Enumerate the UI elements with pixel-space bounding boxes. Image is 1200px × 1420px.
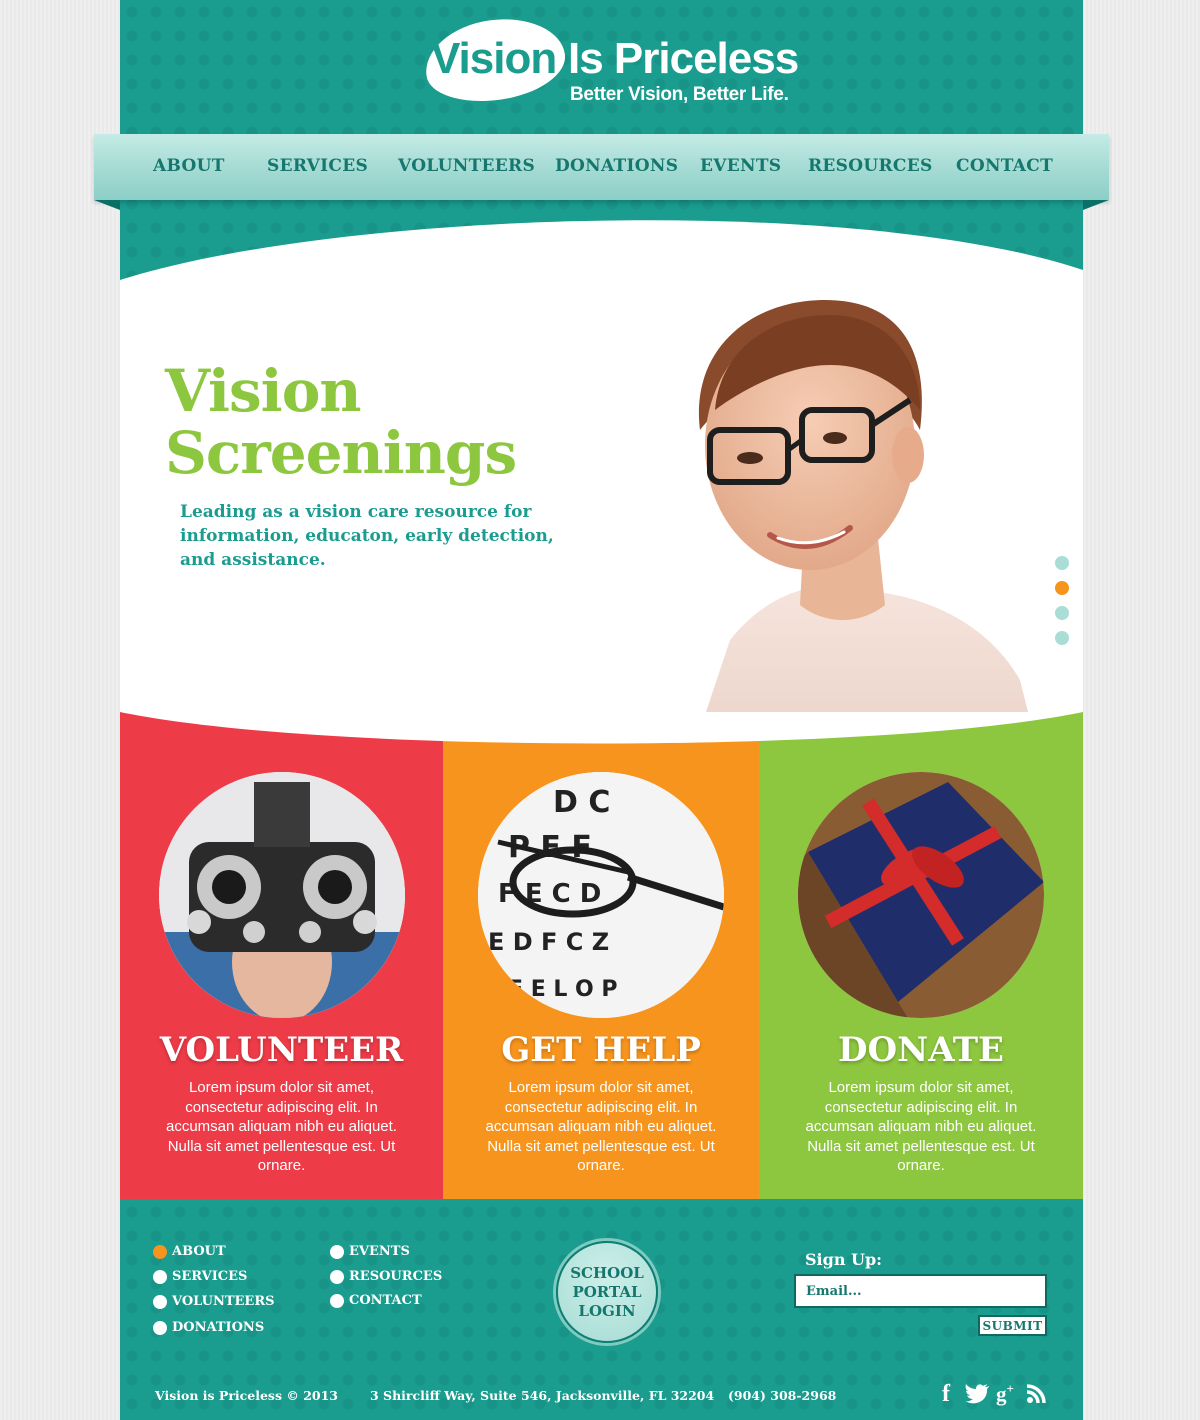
- slider-dot-4[interactable]: [1055, 631, 1069, 645]
- main-nav: ABOUT SERVICES VOLUNTEERS DONATIONS EVEN…: [94, 134, 1109, 212]
- bullet-icon: [330, 1244, 344, 1259]
- donate-image: [798, 772, 1044, 1018]
- page: Vision Is Priceless Better Vision, Bette…: [120, 0, 1083, 1420]
- get-help-text: Lorem ipsum dolor sit amet, consectetur …: [485, 1079, 717, 1174]
- header: Vision Is Priceless Better Vision, Bette…: [120, 0, 1083, 134]
- submit-button[interactable]: SUBMIT: [978, 1315, 1047, 1336]
- nav-item-donations[interactable]: DONATIONS: [555, 156, 678, 176]
- slider-dot-1[interactable]: [1055, 556, 1069, 570]
- hero-title-line1: Vision: [165, 357, 362, 425]
- slider-pagination: [1055, 556, 1069, 656]
- feature-panels: VOLUNTEER Lorem ipsum dolor sit amet, co…: [120, 712, 1083, 1199]
- signup-label: Sign Up:: [805, 1250, 883, 1269]
- bullet-icon: [153, 1244, 167, 1259]
- bullet-icon: [153, 1269, 167, 1284]
- svg-text:D C: D C: [553, 785, 610, 820]
- panels-top-curve: [120, 712, 1083, 744]
- phone-text: (904) 308-2968: [728, 1388, 837, 1403]
- logo-tagline: Better Vision, Better Life.: [570, 84, 789, 105]
- svg-text:E D F C Z: E D F C Z: [488, 928, 609, 956]
- nav-bar: ABOUT SERVICES VOLUNTEERS DONATIONS EVEN…: [94, 134, 1109, 200]
- logo-word-priceless: Is Priceless: [568, 34, 799, 83]
- hero-section: Vision Screenings Leading as a vision ca…: [120, 200, 1083, 760]
- bullet-icon: [153, 1294, 167, 1309]
- facebook-icon[interactable]: f: [942, 1381, 950, 1408]
- footer: ABOUT SERVICES VOLUNTEERS DONATIONS EVEN…: [120, 1199, 1083, 1420]
- donate-text: Lorem ipsum dolor sit amet, consectetur …: [805, 1079, 1037, 1174]
- hero-subtitle: Leading as a vision care resource for in…: [180, 502, 554, 570]
- footer-link-resources[interactable]: RESOURCES: [330, 1269, 442, 1284]
- logo-word-vision: Vision: [431, 34, 557, 83]
- slider-dot-3[interactable]: [1055, 606, 1069, 620]
- panel-volunteer[interactable]: VOLUNTEER Lorem ipsum dolor sit amet, co…: [120, 712, 443, 1199]
- volunteer-image: [158, 772, 405, 1018]
- get-help-title: GET HELP: [501, 1030, 701, 1070]
- footer-link-donations[interactable]: DONATIONS: [153, 1320, 264, 1335]
- hero-woman-image: [690, 300, 1040, 760]
- nav-item-contact[interactable]: CONTACT: [956, 156, 1053, 176]
- footer-link-services[interactable]: SERVICES: [153, 1269, 247, 1284]
- email-field[interactable]: [794, 1274, 1047, 1308]
- footer-link-events[interactable]: EVENTS: [330, 1244, 410, 1259]
- nav-item-volunteers[interactable]: VOLUNTEERS: [398, 156, 535, 176]
- nav-item-resources[interactable]: RESOURCES: [808, 156, 933, 176]
- panel-get-help[interactable]: D C P E F F E C D E D F C Z F E L O P GE…: [443, 712, 759, 1199]
- slider-dot-2-active[interactable]: [1055, 581, 1069, 595]
- hero-title-line2: Screenings: [165, 419, 517, 487]
- bullet-icon: [153, 1320, 167, 1335]
- nav-item-services[interactable]: SERVICES: [267, 156, 368, 176]
- logo[interactable]: Vision Is Priceless Better Vision, Bette…: [420, 10, 805, 120]
- twitter-icon[interactable]: [964, 1383, 990, 1410]
- get-help-image: D C P E F F E C D E D F C Z F E L O P: [478, 772, 724, 1018]
- volunteer-text: Lorem ipsum dolor sit amet, consectetur …: [166, 1079, 397, 1174]
- volunteer-title: VOLUNTEER: [159, 1030, 404, 1070]
- panel-donate[interactable]: DONATE Lorem ipsum dolor sit amet, conse…: [759, 712, 1083, 1199]
- nav-item-events[interactable]: EVENTS: [700, 156, 781, 176]
- rss-icon[interactable]: [1026, 1384, 1046, 1409]
- address-text: 3 Shircliff Way, Suite 546, Jacksonville…: [370, 1388, 715, 1403]
- copyright-text: Vision is Priceless © 2013: [155, 1388, 338, 1403]
- nav-ribbon-fold-right: [1083, 200, 1109, 210]
- svg-text:F E L O P: F E L O P: [508, 977, 618, 1002]
- nav-item-about[interactable]: ABOUT: [153, 156, 225, 176]
- school-portal-login-button[interactable]: SCHOOL PORTAL LOGIN: [556, 1241, 658, 1343]
- bullet-icon: [330, 1293, 344, 1308]
- footer-link-volunteers[interactable]: VOLUNTEERS: [153, 1294, 275, 1309]
- bullet-icon: [330, 1269, 344, 1284]
- school-portal-login-label: SCHOOL PORTAL LOGIN: [570, 1263, 644, 1320]
- footer-link-contact[interactable]: CONTACT: [330, 1293, 422, 1308]
- nav-ribbon-fold-left: [94, 200, 120, 210]
- hero-title: Vision Screenings: [165, 357, 517, 487]
- footer-link-about[interactable]: ABOUT: [153, 1244, 226, 1259]
- donate-title: DONATE: [838, 1030, 1004, 1070]
- google-plus-icon[interactable]: g+: [996, 1381, 1014, 1407]
